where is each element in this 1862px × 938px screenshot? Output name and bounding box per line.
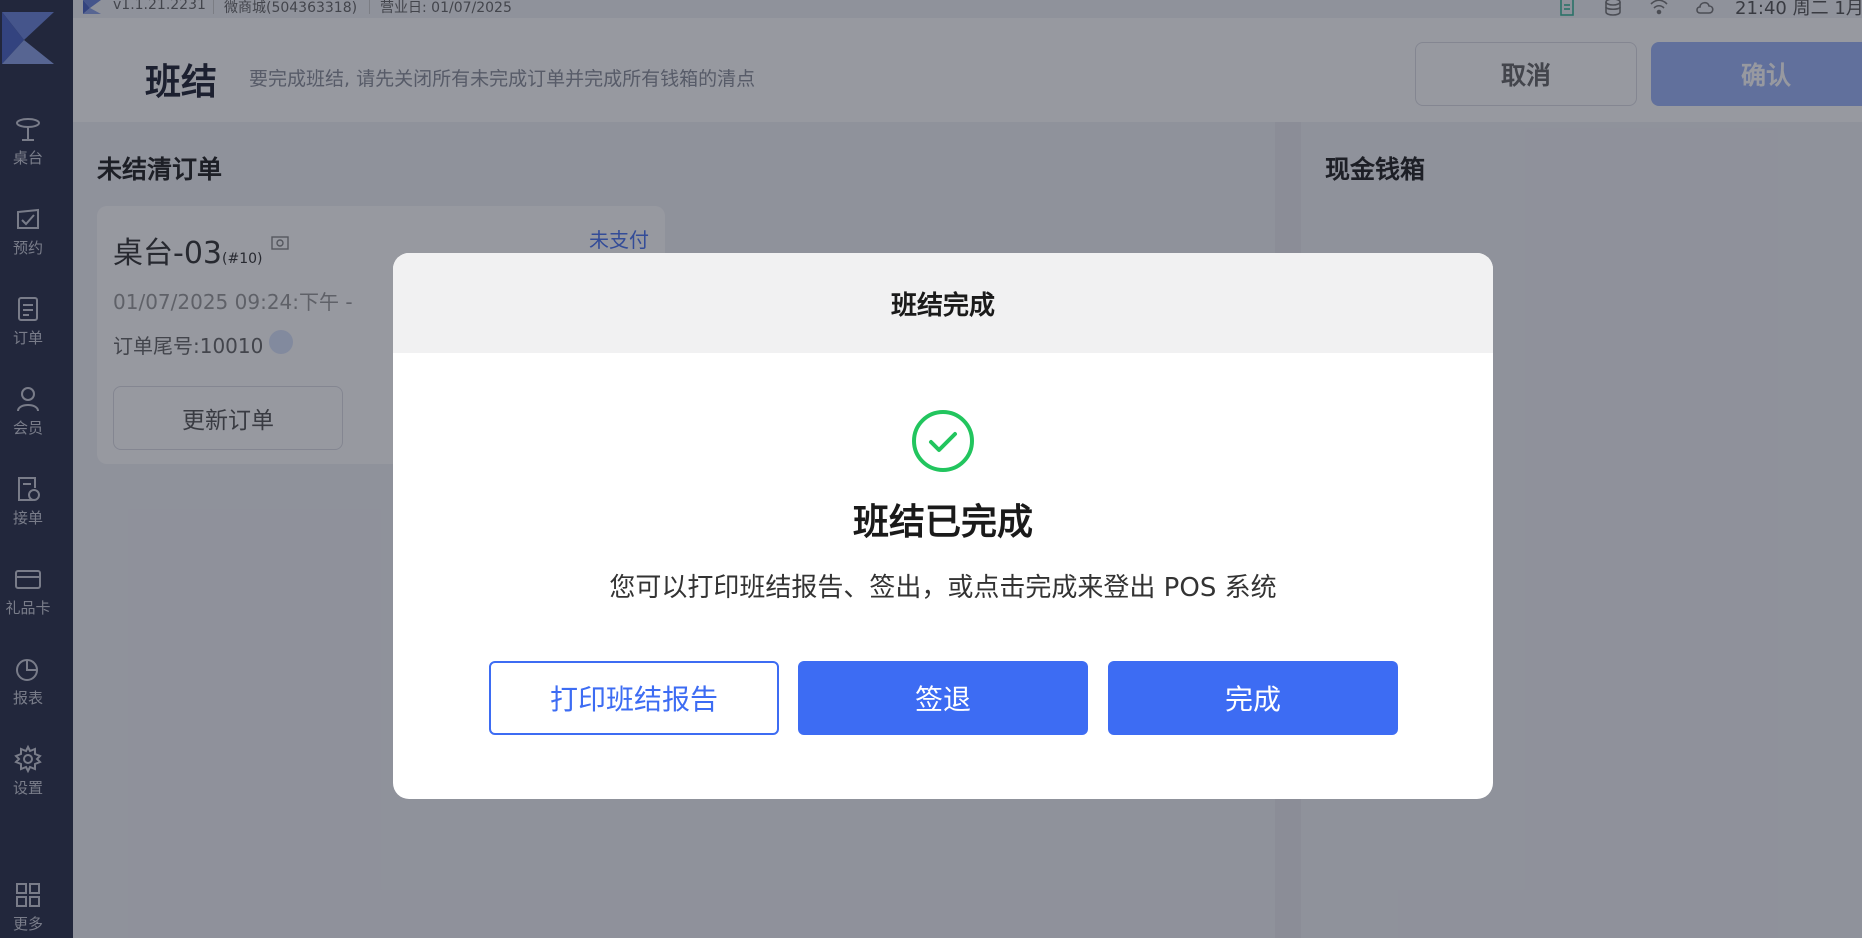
shift-complete-dialog: 班结完成 班结已完成 您可以打印班结报告、签出，或点击完成来登出 POS 系统 … [393,253,1493,799]
sign-out-button[interactable]: 签退 [798,661,1088,735]
dialog-title: 班结已完成 [852,502,1033,543]
done-button[interactable]: 完成 [1108,661,1398,735]
dialog-description: 您可以打印班结报告、签出，或点击完成来登出 POS 系统 [609,573,1277,603]
success-check-icon [912,410,974,472]
print-report-button[interactable]: 打印班结报告 [489,661,779,735]
dialog-header: 班结完成 [393,253,1493,353]
